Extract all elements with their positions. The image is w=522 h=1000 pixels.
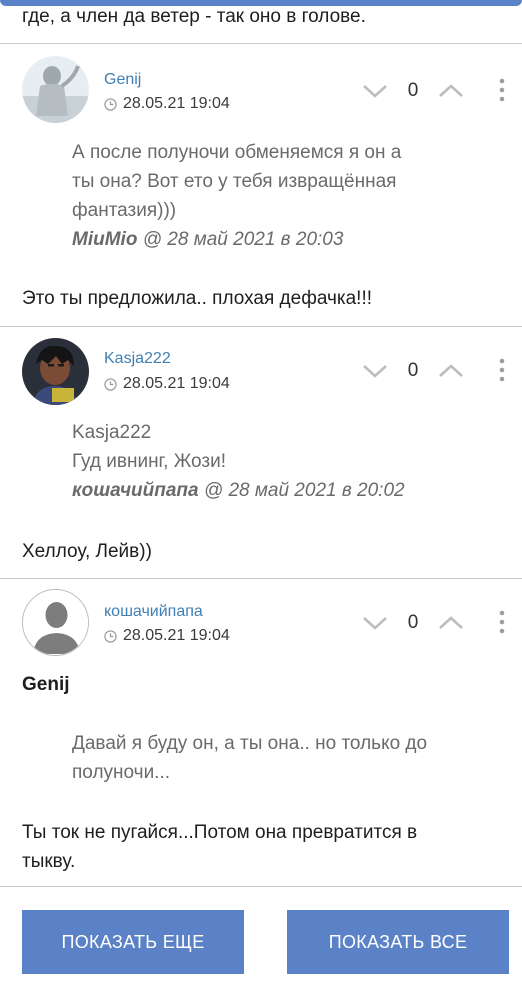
vote-score: 0 [407,80,419,101]
previous-comment-text: где, а член да ветер - так оно в голове. [22,6,366,27]
date-text: 28.05.21 19:04 [123,375,230,392]
more-options-icon[interactable] [494,77,510,103]
divider [0,886,522,887]
quote-line: Гуд ивнинг, Жози! [72,451,227,472]
reply-to-label[interactable]: Genij [22,674,70,696]
downvote-chevron-icon[interactable] [362,615,388,631]
upvote-chevron-icon[interactable] [438,615,464,631]
comment-author[interactable]: Kasja222 [104,350,171,368]
quote-block: Kasja222 Гуд ивнинг, Жози! кошачийпапа @… [72,418,492,505]
date-text: 28.05.21 19:04 [123,627,230,644]
comment-text: Это ты предложила.. плохая дефачка!!! [22,288,373,309]
show-all-button[interactable]: ПОКАЗАТЬ ВСЕ [287,910,509,974]
vote-score: 0 [407,612,419,633]
comment-text-line: тыкву. [22,851,76,872]
comment-item: Kasja222 28.05.21 19:04 0 Kasja222 Гуд и… [0,326,522,578]
vote-control: 0 [362,80,464,102]
downvote-chevron-icon[interactable] [362,83,388,99]
quote-line: полуночи... [72,762,171,783]
quote-line: ты она? Вот ето у тебя извращённая [72,171,397,192]
clock-icon [104,97,117,111]
comment-item: Genij 28.05.21 19:04 0 А после полуночи … [0,43,522,326]
downvote-chevron-icon[interactable] [362,363,388,379]
date-text: 28.05.21 19:04 [123,95,230,112]
comment-date: 28.05.21 19:04 [104,375,230,393]
quote-block: Давай я буду он, а ты она.. но только до… [72,729,492,787]
quote-line: Давай я буду он, а ты она.. но только до [72,733,428,754]
avatar[interactable] [22,589,89,656]
quote-author[interactable]: MiuMio [72,229,137,250]
comment-text-line: Ты ток не пугайся...Потом она превратитс… [22,822,418,843]
comment-item: кошачийпапа 28.05.21 19:04 0 Genij Давай… [0,578,522,886]
clock-icon [104,377,117,391]
upvote-chevron-icon[interactable] [438,363,464,379]
comment-date: 28.05.21 19:04 [104,95,230,113]
comment-date: 28.05.21 19:04 [104,627,230,645]
more-options-icon[interactable] [494,609,510,635]
quote-date: @ 28 май 2021 в 20:02 [203,480,405,501]
more-options-icon[interactable] [494,357,510,383]
comment-text: Хеллоу, Лейв)) [22,541,152,562]
show-more-button[interactable]: ПОКАЗАТЬ ЕЩЕ [22,910,244,974]
quote-line: Kasja222 [72,422,152,443]
quote-date: @ 28 май 2021 в 20:03 [142,229,344,250]
vote-score: 0 [407,360,419,381]
vote-control: 0 [362,612,464,634]
quote-block: А после полуночи обменяемся я он а ты он… [72,138,492,254]
avatar[interactable] [22,338,89,405]
quote-author[interactable]: кошачийпапа [72,480,199,501]
avatar[interactable] [22,56,89,123]
comment-author[interactable]: кошачийпапа [104,603,203,621]
comment-author[interactable]: Genij [104,71,141,89]
quote-line: А после полуночи обменяемся я он а [72,142,402,163]
vote-control: 0 [362,360,464,382]
upvote-chevron-icon[interactable] [438,83,464,99]
comment-text: Ты ток не пугайся...Потом она превратитс… [22,818,502,876]
clock-icon [104,629,117,643]
quote-line: фантазия))) [72,200,177,221]
